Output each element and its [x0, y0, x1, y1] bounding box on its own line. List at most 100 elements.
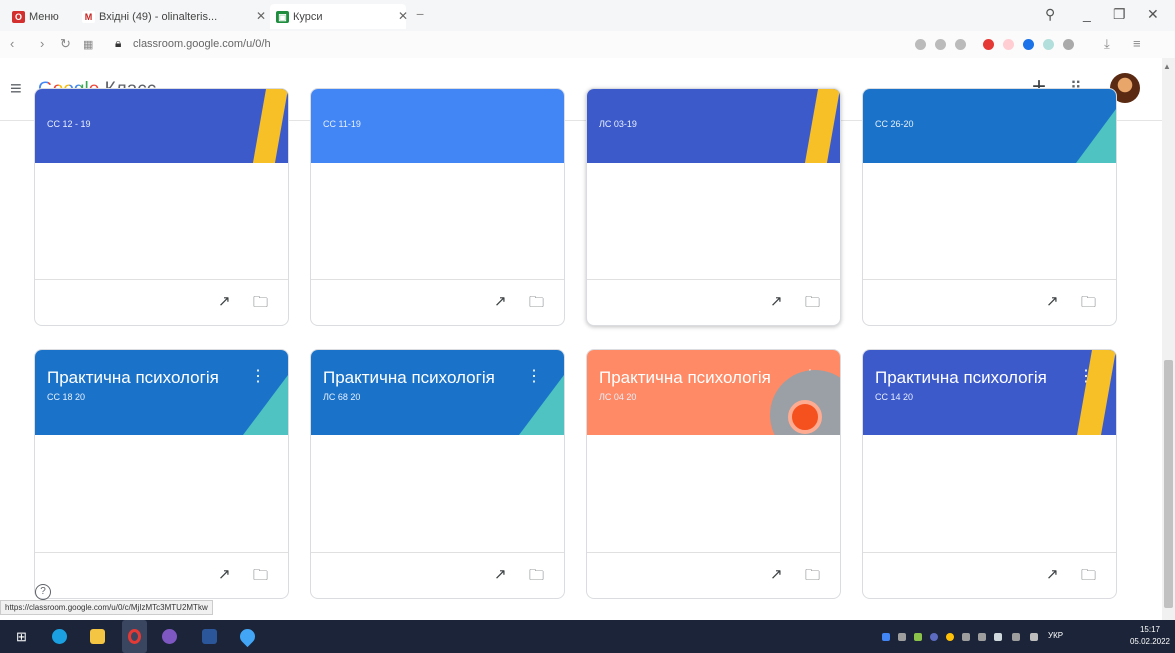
status-url: https://classroom.google.com/u/0/c/MjIzM… — [0, 600, 213, 615]
opera-logo-icon — [128, 629, 141, 644]
course-card[interactable]: Практична психологія СС 14 20 ⋮ ↗ 🗀 — [862, 349, 1117, 599]
more-options-icon[interactable]: ⋮ — [250, 366, 266, 386]
tray-icon[interactable] — [946, 633, 954, 641]
snapshot-icon[interactable] — [935, 39, 946, 50]
trending-up-icon[interactable]: ↗ — [770, 292, 783, 310]
course-header: Практична психологія СС 18 20 ⋮ — [35, 350, 288, 435]
course-title: Практична психологія — [47, 368, 219, 387]
folder-icon[interactable]: 🗀 — [529, 565, 544, 590]
course-footer: ↗ 🗀 — [863, 552, 1116, 598]
course-card[interactable]: СС 26-20 ↗ 🗀 — [862, 88, 1117, 326]
course-footer: ↗ 🗀 — [311, 552, 564, 598]
course-card[interactable]: СС 12 - 19 ↗ 🗀 — [34, 88, 289, 326]
course-card[interactable]: ЛС 03-19 ↗ 🗀 — [586, 88, 841, 326]
reload-icon[interactable]: ↻ — [60, 36, 71, 52]
trending-up-icon[interactable]: ↗ — [494, 292, 507, 310]
course-header: СС 12 - 19 — [35, 89, 288, 163]
drop-icon[interactable] — [236, 625, 259, 648]
course-section: ЛС 03-19 — [599, 119, 637, 129]
screenshot-icon[interactable] — [915, 39, 926, 50]
address-bar: ‹ › ↻ ▦ 🔒︎ classroom.google.com/u/0/h ⤓ … — [0, 31, 1175, 59]
tab-gmail[interactable]: M Вхідні (49) - olinalteris... — [82, 6, 247, 28]
windows-start-icon[interactable]: ⊞ — [16, 629, 27, 645]
course-title: Практична психологія — [599, 368, 771, 387]
new-tab-icon[interactable]: − — [416, 6, 424, 22]
minimize-icon[interactable]: _ — [1083, 6, 1091, 22]
tray-icon[interactable] — [898, 633, 906, 641]
close-tab-icon[interactable]: ✕ — [256, 9, 266, 23]
taskbar: ⊞ УКР 15:17 05.02.2022 — [0, 620, 1175, 653]
speed-dial-icon[interactable]: ▦ — [83, 38, 93, 51]
tab-courses[interactable]: ▣ Курси — [270, 4, 406, 29]
network-icon[interactable] — [1012, 633, 1020, 641]
maximize-icon[interactable]: ❐ — [1113, 6, 1126, 23]
course-card[interactable]: СС 11-19 ↗ 🗀 — [310, 88, 565, 326]
tray-icon[interactable] — [994, 633, 1002, 641]
folder-icon[interactable]: 🗀 — [529, 292, 544, 317]
close-tab-icon[interactable]: ✕ — [398, 9, 408, 23]
extension-icon[interactable] — [1003, 39, 1014, 50]
download-icon[interactable]: ⤓ — [1104, 36, 1110, 52]
course-title: Практична психологія — [875, 368, 1047, 387]
folder-icon[interactable]: 🗀 — [253, 565, 268, 590]
word-icon[interactable] — [202, 629, 217, 644]
heart-icon[interactable] — [955, 39, 966, 50]
folder-icon[interactable]: 🗀 — [805, 565, 820, 590]
trending-up-icon[interactable]: ↗ — [218, 565, 231, 583]
folder-icon[interactable]: 🗀 — [1081, 565, 1096, 590]
extension-icon[interactable] — [1043, 39, 1054, 50]
volume-icon[interactable] — [1030, 633, 1038, 641]
trending-up-icon[interactable]: ↗ — [494, 565, 507, 583]
lock-icon: 🔒︎ — [115, 36, 122, 50]
course-card[interactable]: Практична психологія ЛС 68 20 ⋮ ↗ 🗀 — [310, 349, 565, 599]
more-options-icon[interactable]: ⋮ — [526, 366, 542, 386]
tray-icon[interactable] — [914, 633, 922, 641]
skype-icon[interactable] — [52, 629, 67, 644]
tray-icon[interactable] — [930, 633, 938, 641]
tray-icon[interactable] — [962, 633, 970, 641]
course-section: СС 18 20 — [47, 392, 86, 402]
course-illustration — [804, 89, 840, 163]
time: 15:17 — [1139, 625, 1161, 634]
folder-icon[interactable]: 🗀 — [805, 292, 820, 317]
course-illustration — [1076, 109, 1116, 163]
gmail-icon: M — [82, 11, 95, 23]
adblock-icon[interactable] — [983, 39, 994, 50]
clock[interactable]: 15:17 05.02.2022 — [1128, 624, 1172, 648]
extensions-puzzle-icon[interactable] — [1063, 39, 1074, 50]
folder-icon[interactable]: 🗀 — [1081, 292, 1096, 317]
course-header: СС 11-19 — [311, 89, 564, 163]
file-explorer-icon[interactable] — [90, 629, 105, 644]
forward-icon[interactable]: › — [40, 36, 44, 51]
language-indicator[interactable]: УКР — [1048, 631, 1063, 640]
tray-icon[interactable] — [882, 633, 890, 641]
scroll-up-icon[interactable]: ▲ — [1163, 62, 1171, 71]
trending-up-icon[interactable]: ↗ — [770, 565, 783, 583]
folder-icon[interactable]: 🗀 — [253, 292, 268, 317]
help-icon[interactable]: ? — [35, 584, 51, 600]
course-footer: ↗ 🗀 — [311, 279, 564, 325]
url-field[interactable]: classroom.google.com/u/0/h — [133, 38, 271, 50]
menu-icon[interactable]: ≡ — [1133, 36, 1141, 51]
tab-menu[interactable]: O Меню — [12, 6, 74, 28]
trending-up-icon[interactable]: ↗ — [1046, 292, 1059, 310]
close-window-icon[interactable]: ✕ — [1147, 6, 1159, 23]
course-section: ЛС 68 20 — [323, 392, 361, 402]
course-section: СС 12 - 19 — [47, 119, 91, 129]
date: 05.02.2022 — [1129, 637, 1171, 646]
viber-icon[interactable] — [162, 629, 177, 644]
course-card[interactable]: Практична психологія ЛС 04 20 ⋮ ↗ 🗀 — [586, 349, 841, 599]
back-icon[interactable]: ‹ — [10, 36, 14, 51]
main-menu-icon[interactable]: ≡ — [10, 78, 22, 101]
trending-up-icon[interactable]: ↗ — [218, 292, 231, 310]
tray-icon[interactable] — [978, 633, 986, 641]
extension-icon[interactable] — [1023, 39, 1034, 50]
course-card[interactable]: Практична психологія СС 18 20 ⋮ ↗ 🗀 — [34, 349, 289, 599]
course-footer: ↗ 🗀 — [35, 552, 288, 598]
course-header: СС 26-20 — [863, 89, 1116, 163]
search-tabs-icon[interactable]: ⚲ — [1045, 6, 1055, 23]
opera-icon: O — [12, 11, 25, 23]
trending-up-icon[interactable]: ↗ — [1046, 565, 1059, 583]
scrollbar-thumb[interactable] — [1164, 360, 1173, 608]
course-footer: ↗ 🗀 — [35, 279, 288, 325]
